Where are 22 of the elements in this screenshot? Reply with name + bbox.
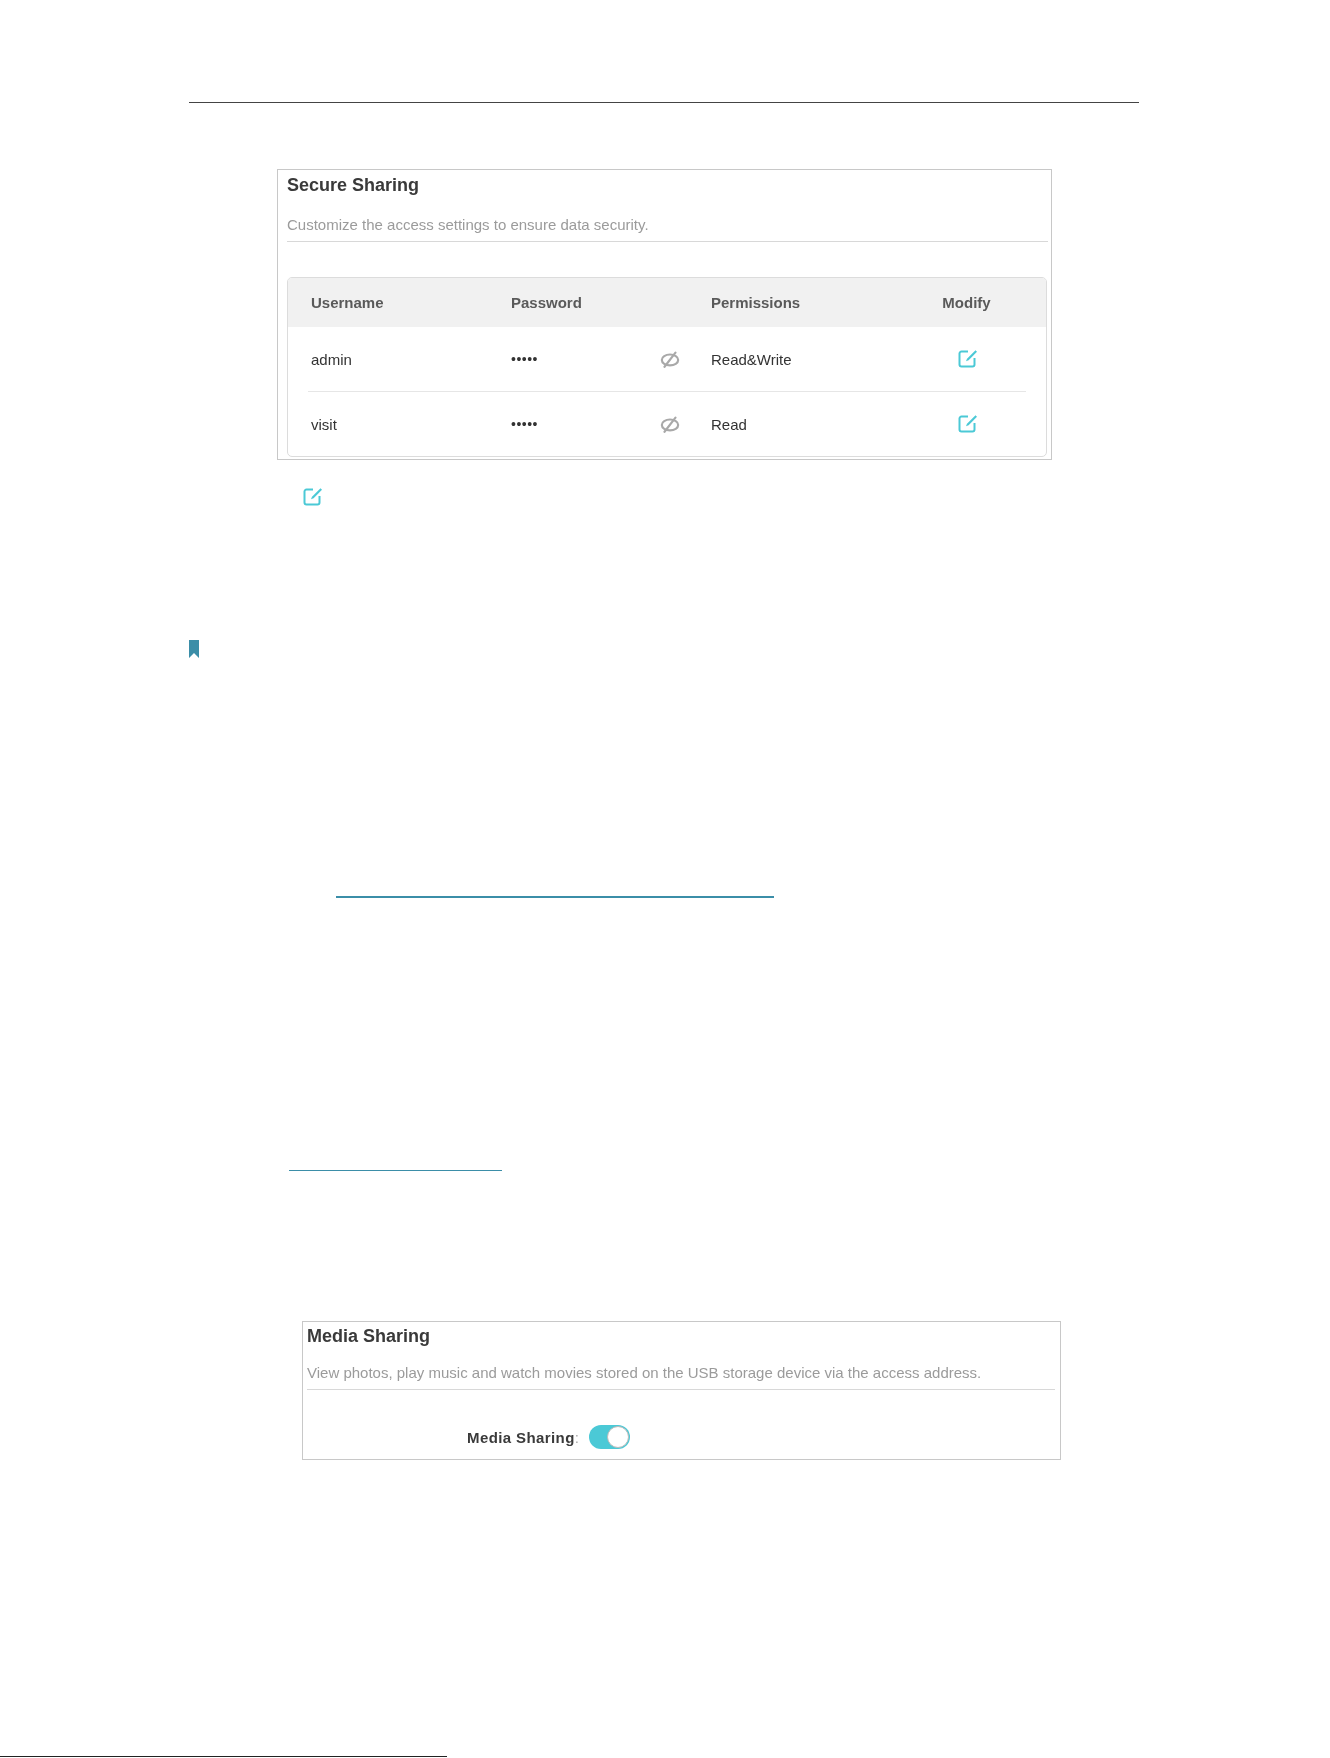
panel-title: Secure Sharing: [287, 174, 421, 196]
column-header: Password: [511, 294, 583, 311]
permissions-cell-text: Read&Write: [711, 350, 793, 368]
column-header: Modify: [942, 294, 991, 311]
edit-icon[interactable]: [956, 414, 977, 434]
username-cell-text: admin: [310, 350, 353, 368]
toggle-label: Media Sharing:: [467, 1428, 580, 1446]
bookmark-icon: [189, 640, 199, 658]
column-header: Username: [310, 294, 385, 311]
username-cell-text: visit: [310, 415, 338, 433]
edit-icon: [302, 487, 322, 507]
panel-title: Media Sharing: [307, 1325, 432, 1347]
slashed-eye-icon[interactable]: [660, 350, 680, 368]
password-text: •••••: [511, 416, 538, 432]
edit-icon[interactable]: [956, 349, 977, 369]
password-text: •••••: [511, 351, 538, 367]
slashed-eye-icon[interactable]: [660, 415, 680, 433]
toggle-switch[interactable]: [589, 1425, 631, 1449]
column-header: Permissions: [711, 294, 802, 311]
panel-description: Customize the access settings to ensure data security.: [287, 215, 650, 235]
permissions-cell-text: Read: [711, 415, 748, 433]
panel-description: View photos, play music and watch movies stored on the USB storage device via the access address.: [307, 1363, 983, 1383]
